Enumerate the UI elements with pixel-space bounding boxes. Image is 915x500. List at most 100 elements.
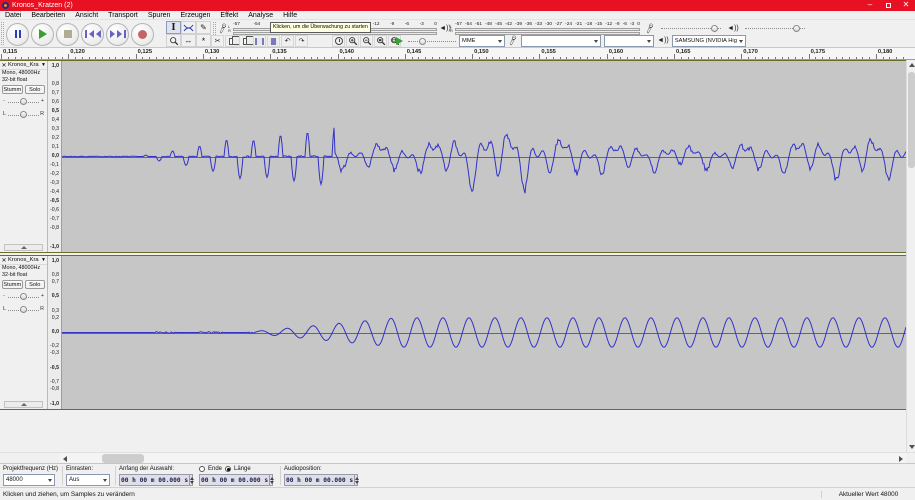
track-1-waveform-area[interactable] (62, 61, 906, 252)
undo-button[interactable]: ↶ (281, 35, 294, 47)
vruler-label: -0,1 (50, 162, 59, 169)
vertical-scrollbar[interactable] (906, 60, 915, 452)
horizontal-scroll-track[interactable] (60, 453, 906, 463)
track-2-close-button[interactable]: ✕ (0, 257, 8, 264)
track-1-solo-button[interactable]: Solo (24, 85, 45, 94)
timeshift-tool-button[interactable]: ↔ (181, 34, 196, 47)
multi-tool-button[interactable]: * (196, 34, 211, 47)
track-1-mute-button[interactable]: Stumm (2, 85, 23, 94)
draw-tool-button[interactable]: ✎ (196, 21, 211, 34)
monitoring-tooltip[interactable]: Klicken, um die Überwachung zu starten (270, 22, 371, 33)
spinner-arrows-icon[interactable] (269, 475, 275, 485)
input-device-dropdown[interactable] (521, 35, 602, 47)
playback-meter[interactable]: ◄)) LR -57 -54 -51 -48 -45 -42 -39 -36 -33 -30 -27… (439, 22, 640, 35)
snap-to-dropdown[interactable]: Aus (66, 474, 110, 486)
scroll-down-button[interactable] (907, 442, 915, 452)
playback-meter-body[interactable]: -57 -54 -51 -48 -45 -42 -39 -36 -33 -30 -27 -24 -21-… (455, 22, 640, 35)
track-2-collapse-button[interactable] (4, 401, 43, 408)
track-2-pan-thumb[interactable] (20, 306, 27, 313)
menu-transport[interactable]: Transport (103, 11, 143, 20)
redo-button[interactable]: ↷ (295, 35, 308, 47)
menu-bearbeiten[interactable]: Bearbeiten (26, 11, 70, 20)
track-2-gain-thumb[interactable] (20, 293, 27, 300)
timer-record-button[interactable] (332, 35, 345, 47)
vertical-scroll-thumb[interactable] (908, 72, 915, 168)
scroll-up-button[interactable] (907, 60, 915, 70)
track-1-vertical-ruler[interactable]: 1,0 0,8 0,7 0,6 0,5 0,4 0,3 0,2 0,1 0,0 -0,1 -0,2 -0… (48, 61, 62, 252)
menu-ansicht[interactable]: Ansicht (70, 11, 103, 20)
fit-selection-button[interactable] (374, 35, 387, 47)
ruler-minor-tick (54, 57, 56, 59)
recording-volume-thumb[interactable] (711, 25, 719, 32)
track-2-name[interactable]: Kronos_Kra (8, 257, 40, 263)
track-2-solo-button[interactable]: Solo (24, 280, 45, 289)
cut-button[interactable]: ✂ (211, 35, 224, 47)
track-1-waveform[interactable] (62, 61, 906, 252)
track-2-waveform[interactable] (62, 256, 906, 409)
menu-effekt[interactable]: Effekt (215, 11, 243, 20)
selection-length-field[interactable]: 00 h 00 m 00.000 s (199, 474, 275, 486)
play-button[interactable] (31, 22, 54, 46)
skip-to-end-button[interactable] (106, 22, 129, 46)
spinner-arrows-icon[interactable] (189, 475, 195, 485)
zoom-out-button[interactable] (360, 35, 373, 47)
output-device-dropdown[interactable]: SAMSUNG (NVIDIA Hig (671, 35, 746, 47)
track-1-pan-slider[interactable]: L R (3, 109, 44, 121)
track-2-vertical-ruler[interactable]: 1,0 0,8 0,7 0,5 0,3 0,2 0,0 -0,2 -0,3 -0,5 -0,7 -0,… (48, 256, 62, 409)
selection-tool-button[interactable]: I (166, 21, 181, 34)
play-at-speed-button[interactable] (396, 37, 403, 45)
length-radio[interactable] (225, 466, 232, 472)
recording-volume-slider[interactable] (659, 24, 723, 33)
paste-button[interactable] (239, 35, 254, 47)
length-radio-label[interactable]: Länge (234, 466, 251, 472)
track-1-name[interactable]: Kronos_Kra (8, 62, 40, 68)
envelope-tool-button[interactable] (181, 21, 196, 34)
playback-volume-slider[interactable] (743, 24, 807, 33)
record-button[interactable] (131, 22, 154, 46)
track-2-menu-arrow-icon[interactable]: ▼ (40, 257, 47, 263)
selection-start-field[interactable]: 00 h 00 m 00.000 s (119, 474, 195, 486)
menu-datei[interactable]: Datei (0, 11, 26, 20)
track-2-gain-slider[interactable]: - + (3, 291, 44, 303)
zoom-in-button[interactable] (346, 35, 359, 47)
playback-speed-thumb[interactable] (419, 37, 426, 45)
project-rate-dropdown[interactable]: 48000 (3, 474, 55, 486)
menu-spuren[interactable]: Spuren (143, 11, 176, 20)
track-2-mute-button[interactable]: Stumm (2, 280, 23, 289)
menu-hilfe[interactable]: Hilfe (278, 11, 302, 20)
audio-host-dropdown[interactable]: MME (459, 35, 505, 47)
input-channels-dropdown[interactable] (604, 35, 655, 47)
track-1-gain-thumb[interactable] (20, 98, 27, 105)
stop-button[interactable] (56, 22, 79, 46)
end-radio[interactable] (199, 466, 205, 472)
track-1-menu-arrow-icon[interactable]: ▼ (40, 62, 47, 68)
minimize-button[interactable]: – (861, 0, 879, 11)
track-1-pan-thumb[interactable] (20, 111, 27, 118)
menu-erzeugen[interactable]: Erzeugen (175, 11, 215, 20)
track-2-pan-slider[interactable]: L R (3, 304, 44, 316)
silence-audio-button[interactable] (267, 35, 280, 47)
transport-toolbar-grip[interactable] (1, 22, 4, 45)
end-radio-label[interactable]: Ende (208, 466, 222, 472)
maximize-button[interactable] (879, 0, 897, 11)
horizontal-scroll-thumb[interactable] (102, 454, 144, 463)
close-button[interactable]: ✕ (897, 0, 915, 11)
track-1-close-button[interactable]: ✕ (0, 62, 8, 69)
horizontal-scrollbar[interactable] (0, 452, 915, 463)
menu-analyse[interactable]: Analyse (243, 11, 278, 20)
trim-audio-button[interactable] (253, 35, 266, 47)
track-1-collapse-button[interactable] (4, 244, 43, 251)
spinner-arrows-icon[interactable] (354, 475, 360, 485)
skip-to-start-button[interactable] (81, 22, 104, 46)
track-2-waveform-area[interactable] (62, 256, 906, 409)
pause-button[interactable] (6, 22, 29, 46)
copy-button[interactable] (225, 35, 240, 47)
playback-volume-thumb[interactable] (792, 25, 800, 32)
title-bar[interactable]: Kronos_Kratzen (2) – ✕ (0, 0, 915, 11)
zoom-tool-button[interactable] (166, 34, 181, 47)
ruler-major-tick (202, 54, 204, 59)
playback-speed-slider[interactable] (406, 37, 458, 46)
audio-position-field[interactable]: 00 h 00 m 00.000 s (284, 474, 360, 486)
track-1-gain-slider[interactable]: - + (3, 96, 44, 108)
timeline-ruler[interactable]: 0,115 0,120 0,125 0,130 0,135 0,140 0,145 0,150… (0, 48, 915, 60)
